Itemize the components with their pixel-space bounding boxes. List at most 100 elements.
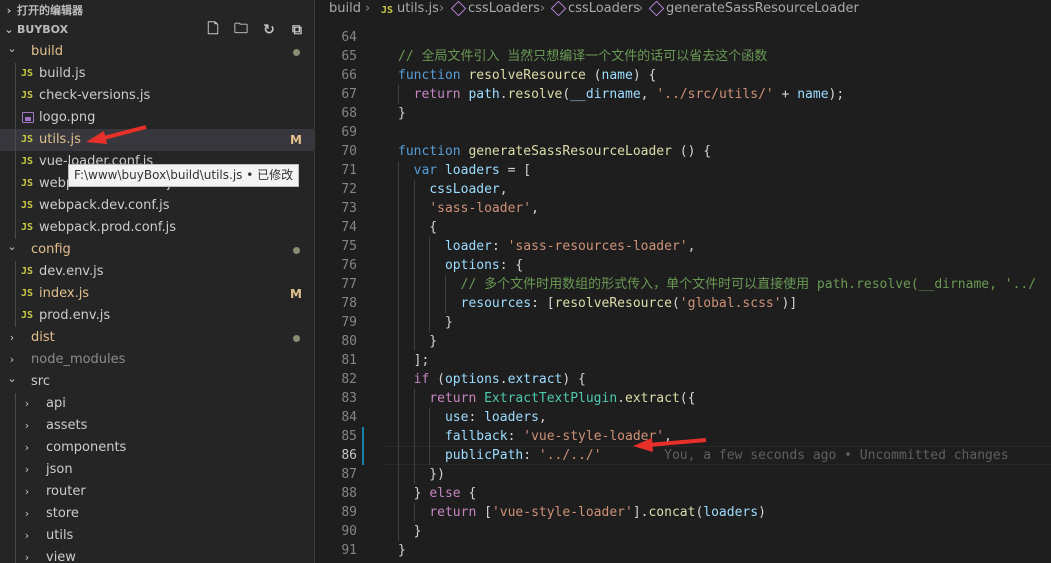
line-number: 77: [341, 277, 357, 292]
code-token: if: [413, 372, 430, 387]
code-token: '../../': [538, 448, 602, 463]
chevron-right-icon: ›: [24, 529, 30, 542]
explorer-sidebar: › 打开的编辑器 ⌄ BUYBOX 🗋 🗀 ↻ ⧉ ⌄ build JS build.…: [0, 0, 314, 563]
collapse-all-icon[interactable]: ⧉: [288, 22, 306, 38]
code-token: name: [797, 87, 829, 102]
code-token: (: [671, 296, 680, 311]
code-line[interactable]: use: loaders,: [398, 408, 547, 427]
new-file-icon[interactable]: 🗋: [204, 18, 222, 42]
code-line[interactable]: function generateSassResourceLoader () {: [398, 142, 711, 161]
code-token: concat: [648, 505, 696, 520]
file-item[interactable]: JS dev.env.js: [0, 261, 314, 283]
line-number: 68: [341, 106, 357, 121]
code-line[interactable]: }: [398, 522, 422, 541]
code-line[interactable]: fallback: 'vue-style-loader',: [398, 427, 672, 446]
file-item[interactable]: JS prod.env.js: [0, 305, 314, 327]
code-token: (: [429, 372, 445, 387]
code-line[interactable]: function resolveResource (name) {: [398, 66, 656, 85]
breadcrumb-item[interactable]: cssLoaders: [550, 0, 640, 19]
chevron-right-icon: ›: [439, 1, 445, 16]
code-line[interactable]: publicPath: '../../' You, a few seconds …: [398, 446, 1009, 465]
line-number: 80: [341, 334, 357, 349]
indent-guide: [398, 465, 399, 484]
code-line[interactable]: }: [398, 104, 406, 123]
line-number: 89: [341, 505, 357, 520]
code-line[interactable]: return path.resolve(__dirname, '../src/u…: [398, 85, 845, 104]
code-line[interactable]: {: [398, 218, 437, 237]
code-line[interactable]: // 全局文件引入 当然只想编译一个文件的话可以省去这个函数: [398, 47, 767, 66]
breadcrumb-item[interactable]: cssLoaders: [450, 0, 540, 19]
folder-item[interactable]: › utils: [0, 525, 314, 547]
indent-guide: [429, 256, 431, 275]
git-modified-badge: M: [290, 133, 302, 147]
code-line[interactable]: // 多个文件时用数组的形式传入，单个文件时可以直接使用 path.resolv…: [398, 275, 1036, 294]
code-token: function: [398, 68, 461, 83]
folder-item[interactable]: › assets: [0, 415, 314, 437]
indent-guide: [413, 408, 415, 427]
code-line[interactable]: var loaders = [: [398, 161, 531, 180]
code-editor[interactable]: 64 65 // 全局文件引入 当然只想编译一个文件的话可以省去这个函数 66 func…: [315, 19, 1051, 563]
git-status-dot: [293, 335, 300, 342]
folder-item[interactable]: › view: [0, 547, 314, 563]
chevron-right-icon: ›: [24, 441, 30, 454]
breadcrumb-item[interactable]: build: [329, 0, 361, 19]
folder-item[interactable]: ⌄ build: [0, 41, 314, 63]
code-line[interactable]: } else {: [398, 484, 477, 503]
folder-item[interactable]: ⌄ src: [0, 371, 314, 393]
folder-item[interactable]: › store: [0, 503, 314, 525]
tree-item-label: index.js: [39, 286, 90, 301]
new-folder-icon[interactable]: 🗀: [232, 18, 250, 42]
line-number: 73: [341, 201, 357, 216]
file-item[interactable]: logo.png: [0, 107, 314, 129]
folder-item[interactable]: › api: [0, 393, 314, 415]
breadcrumb-item[interactable]: utils.js: [397, 0, 439, 19]
js-file-icon: JS: [21, 222, 34, 233]
file-item[interactable]: JS index.js M: [0, 283, 314, 305]
file-item[interactable]: JS utils.js M: [0, 129, 314, 151]
indent-guide: [413, 503, 415, 522]
code-token: );: [828, 87, 845, 102]
line-number: 78: [341, 296, 357, 311]
code-line[interactable]: if (options.extract) {: [398, 370, 586, 389]
file-item[interactable]: JS build.js: [0, 63, 314, 85]
indent-guide: [398, 484, 399, 503]
code-line[interactable]: }: [398, 313, 453, 332]
code-line[interactable]: loader: 'sass-resources-loader',: [398, 237, 695, 256]
project-header[interactable]: ⌄ BUYBOX 🗋 🗀 ↻ ⧉: [0, 19, 314, 41]
chevron-right-icon: ›: [24, 419, 30, 432]
breadcrumb-item[interactable]: generateSassResourceLoader: [648, 0, 859, 19]
tree-item-label: components: [46, 440, 127, 455]
code-line[interactable]: options: {: [398, 256, 523, 275]
tree-item-label: store: [46, 506, 79, 521]
code-line[interactable]: }: [398, 332, 437, 351]
symbol-method-icon: [550, 0, 567, 17]
folder-item[interactable]: › components: [0, 437, 314, 459]
code-line[interactable]: }): [398, 465, 445, 484]
code-line[interactable]: return ['vue-style-loader'].concat(loade…: [398, 503, 766, 522]
folder-item[interactable]: ⌄ config: [0, 239, 314, 261]
file-item[interactable]: JS check-versions.js: [0, 85, 314, 107]
code-line[interactable]: ];: [398, 351, 430, 370]
code-token: )]: [781, 296, 798, 311]
refresh-icon[interactable]: ↻: [260, 22, 278, 38]
folder-item[interactable]: › node_modules: [0, 349, 314, 371]
code-line[interactable]: return ExtractTextPlugin.extract({: [398, 389, 695, 408]
folder-item[interactable]: › json: [0, 459, 314, 481]
code-token: resolveResource: [468, 68, 586, 83]
folder-item[interactable]: › dist: [0, 327, 314, 349]
js-file-icon: JS: [21, 288, 34, 299]
chevron-right-icon: ›: [24, 397, 30, 410]
code-line[interactable]: }: [398, 541, 406, 560]
folder-item[interactable]: › router: [0, 481, 314, 503]
indent-guide: [398, 446, 399, 465]
code-line[interactable]: resources: [resolveResource('global.scss…: [398, 294, 798, 313]
js-file-icon: JS: [21, 266, 34, 277]
file-item[interactable]: JS webpack.prod.conf.js: [0, 217, 314, 239]
file-item[interactable]: JS webpack.dev.conf.js: [0, 195, 314, 217]
git-change-indicator[interactable]: [362, 427, 364, 465]
code-token: else: [429, 486, 461, 501]
code-line[interactable]: 'sass-loader',: [398, 199, 539, 218]
line-number: 76: [341, 258, 357, 273]
code-token: : {: [499, 258, 524, 273]
code-token: ,: [538, 410, 547, 425]
